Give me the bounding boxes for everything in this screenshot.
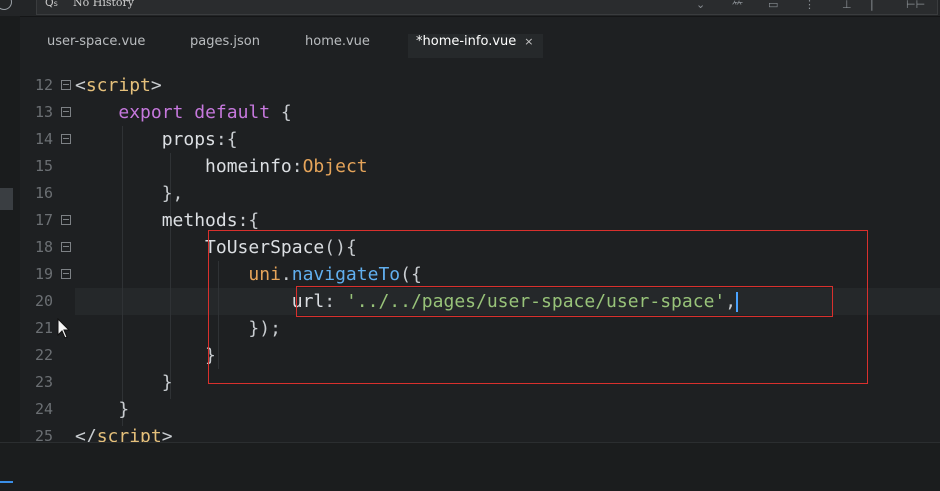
activity-marker [0, 188, 13, 210]
code-token: }, [161, 183, 184, 204]
code-text: export default { [75, 99, 292, 126]
fold-toggle-icon[interactable] [61, 80, 71, 90]
history-search[interactable]: Qs No History [36, 0, 938, 15]
code-line[interactable]: 24 } [20, 396, 940, 423]
code-text: }, [75, 180, 184, 207]
close-icon[interactable]: × [524, 35, 533, 48]
line-number: 13 [34, 103, 53, 121]
fold-toggle-icon[interactable] [61, 134, 71, 144]
code-token: homeinfo [205, 156, 292, 177]
tab-user-space-vue[interactable]: user-space.vue [47, 34, 145, 58]
code-token: } [161, 372, 173, 393]
code-token: props [161, 129, 216, 150]
code-token: :{ [237, 210, 260, 231]
line-number: 23 [34, 373, 53, 391]
code-token: : [291, 156, 303, 177]
code-token: script [96, 426, 162, 442]
search-icon: Qs [45, 0, 58, 9]
code-token: < [75, 75, 86, 96]
bottom-panel [0, 442, 940, 491]
code-editor[interactable]: 12 <script> 13 export default {14 props:{1… [20, 72, 940, 442]
line-number: 16 [34, 184, 53, 202]
code-token: export [118, 102, 184, 123]
code-token: Object [302, 156, 368, 177]
mouse-pointer-icon [57, 318, 71, 339]
code-token: methods [161, 210, 238, 231]
code-line[interactable]: 15 homeinfo:Object [20, 153, 940, 180]
code-line[interactable]: 14 props:{ [20, 126, 940, 153]
code-token: > [150, 75, 162, 96]
code-token: > [161, 426, 173, 442]
tab-pages-json[interactable]: pages.json [190, 34, 260, 58]
code-token: { [270, 102, 292, 123]
line-number: 21 [34, 319, 53, 337]
code-text: } [75, 342, 216, 369]
tab-bar: user-space.vue pages.json home.vue *home… [20, 28, 940, 60]
code-line[interactable]: 12 <script> [20, 72, 940, 99]
pin-icon[interactable]: ⌄ [696, 0, 705, 11]
line-number: 17 [34, 211, 53, 229]
line-number: 25 [34, 427, 53, 442]
code-text: } [75, 369, 173, 396]
print-icon[interactable]: ▭ [768, 0, 778, 11]
highlight-box-inner [296, 286, 833, 317]
code-text: props:{ [75, 126, 238, 153]
line-number: 19 [34, 265, 53, 283]
more-icon[interactable]: ⋮ [804, 0, 815, 11]
code-token: default [194, 102, 271, 123]
line-number: 15 [34, 157, 53, 175]
panel-accent [0, 481, 13, 483]
fold-toggle-icon[interactable] [61, 107, 71, 117]
minimize-icon[interactable]: ⊥ [842, 0, 852, 11]
line-number: 18 [34, 238, 53, 256]
code-token: :{ [215, 129, 238, 150]
line-number: 24 [34, 400, 53, 418]
back-icon[interactable] [0, 0, 12, 10]
code-line[interactable]: 25 </script> [20, 423, 940, 442]
code-line[interactable]: 13 export default { [20, 99, 940, 126]
line-number: 20 [34, 292, 53, 310]
fold-toggle-icon[interactable] [61, 215, 71, 225]
code-token: script [85, 75, 151, 96]
fold-toggle-icon[interactable] [61, 269, 71, 279]
separator-icon: | [870, 0, 874, 11]
code-token: } [118, 399, 130, 420]
code-text: <script> [75, 72, 162, 99]
text-icon[interactable]: ⺮ [732, 0, 743, 14]
code-text: } [75, 396, 129, 423]
line-number: 12 [34, 76, 53, 94]
tab-home-info-vue[interactable]: *home-info.vue × [408, 34, 544, 58]
fold-toggle-icon[interactable] [61, 242, 71, 252]
code-token: </ [75, 426, 97, 442]
code-line[interactable]: 16 }, [20, 180, 940, 207]
line-number: 14 [34, 130, 53, 148]
code-text: </script> [75, 423, 173, 442]
search-input[interactable]: No History [73, 0, 134, 9]
tab-home-vue[interactable]: home.vue [305, 34, 370, 58]
code-text: homeinfo:Object [75, 153, 368, 180]
activity-bar [0, 16, 20, 442]
top-toolbar: Qs No History ⌄ ⺮ ▭ ⋮ ⊥ | ⊢⊢ [0, 0, 940, 17]
window-controls-icon[interactable]: ⊢⊢ [906, 0, 925, 11]
line-number: 22 [34, 346, 53, 364]
